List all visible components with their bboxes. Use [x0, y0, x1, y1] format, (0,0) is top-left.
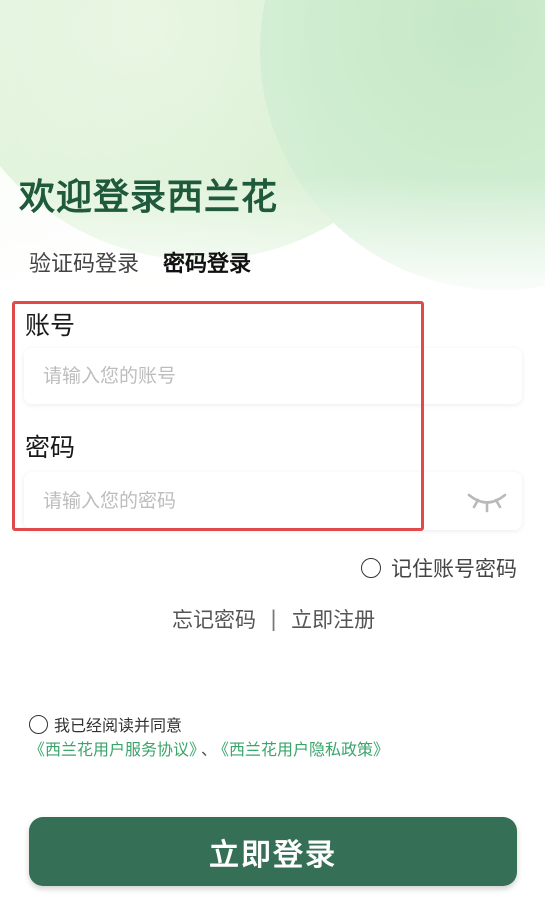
login-button[interactable]: 立即登录: [29, 817, 517, 886]
forgot-password-link[interactable]: 忘记密码: [172, 604, 256, 634]
page-title: 欢迎登录西兰花: [19, 177, 279, 218]
password-input[interactable]: [24, 472, 443, 530]
auth-links: 忘记密码 | 立即注册: [172, 604, 375, 634]
agreement-radio-icon[interactable]: [29, 714, 48, 734]
account-field-box: [24, 348, 522, 404]
service-agreement-link[interactable]: 《西兰花用户服务协议》: [29, 740, 197, 759]
account-label: 账号: [25, 311, 76, 340]
policy-connector: 、: [201, 740, 218, 759]
agreement-text: 我已经阅读并同意: [54, 716, 183, 735]
tab-sms-login[interactable]: 验证码登录: [29, 246, 139, 278]
link-separator: |: [270, 607, 278, 631]
agreement-checkbox[interactable]: 我已经阅读并同意: [29, 712, 182, 736]
remember-label: 记住账号密码: [391, 557, 517, 581]
remember-radio-icon[interactable]: [361, 558, 381, 578]
remember-checkbox[interactable]: 记住账号密码: [361, 553, 517, 583]
policy-links: 《西兰花用户服务协议》、《西兰花用户隐私政策》: [29, 736, 389, 760]
eye-closed-icon[interactable]: [466, 486, 508, 516]
password-field-box: [24, 472, 522, 530]
tab-password-login[interactable]: 密码登录: [163, 246, 251, 278]
account-input[interactable]: [24, 348, 443, 404]
password-label: 密码: [25, 433, 76, 462]
privacy-policy-link[interactable]: 《西兰花用户隐私政策》: [221, 740, 389, 759]
register-link[interactable]: 立即注册: [291, 604, 375, 634]
background: [0, 0, 545, 921]
